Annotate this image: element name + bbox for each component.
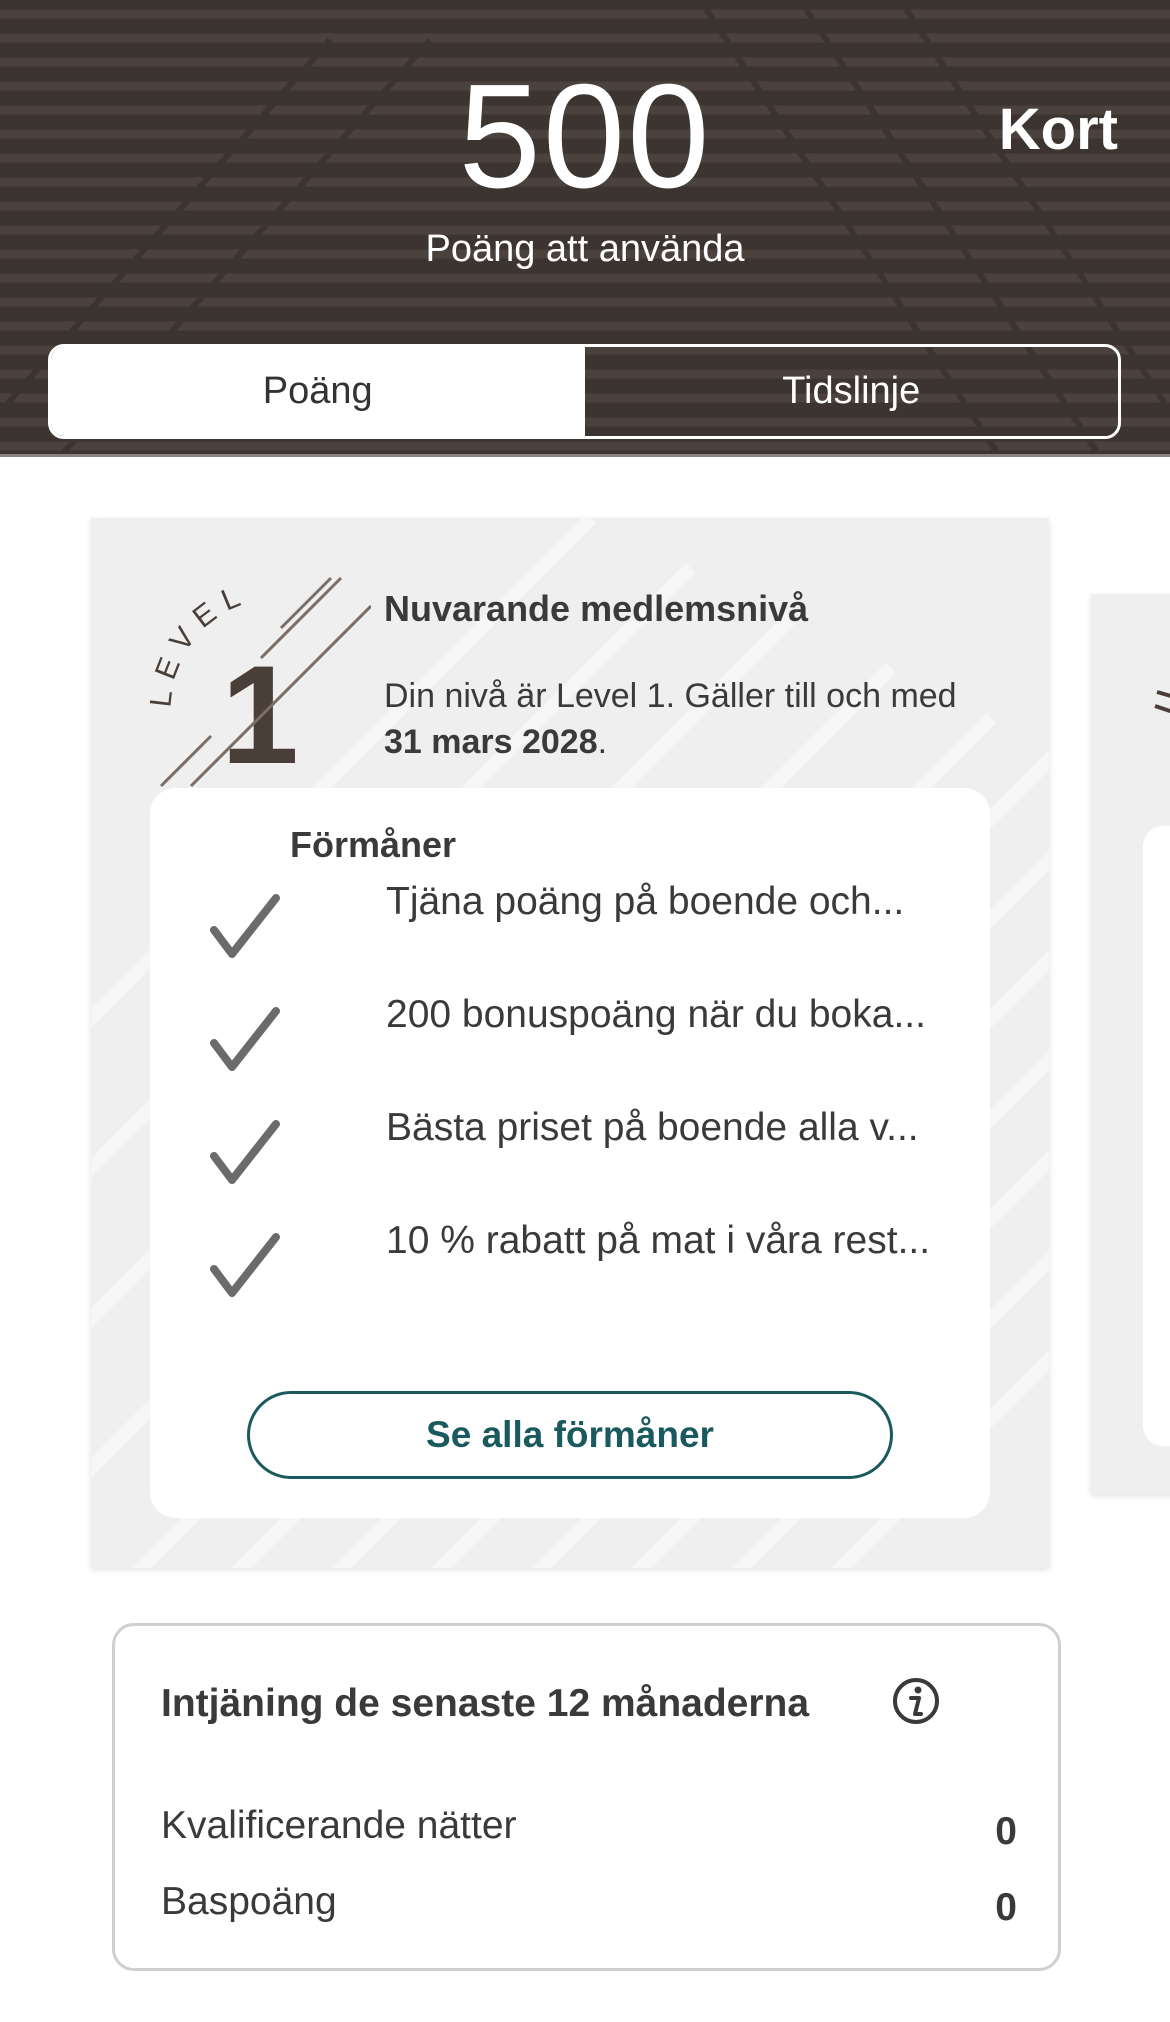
- earnings-box: Intjäning de senaste 12 månaderna Kvalif…: [112, 1623, 1061, 1971]
- valid-until-date: 31 mars 2028: [384, 723, 598, 761]
- level-badge-icon: LEVEL 1: [144, 577, 371, 788]
- benefit-item: Tjäna poäng på boende och...: [210, 880, 970, 970]
- checkmark-icon: [210, 1007, 280, 1071]
- tab-switcher: Poäng Tidslinje: [48, 344, 1121, 439]
- level-badge-number: 1: [221, 636, 299, 788]
- benefit-text: Tjäna poäng på boende och...: [386, 880, 905, 923]
- benefit-text: Bästa priset på boende alla v...: [386, 1106, 919, 1149]
- level-description: Din nivå är Level 1. Gäller till och med…: [384, 677, 957, 761]
- checkmark-icon: [210, 894, 280, 958]
- next-level-card[interactable]: [1091, 594, 1170, 1494]
- benefit-item: Bästa priset på boende alla v...: [210, 1106, 970, 1196]
- earnings-title: Intjäning de senaste 12 månaderna: [161, 1682, 810, 1725]
- level-title: Nuvarande medlemsnivå: [384, 588, 809, 629]
- benefits-box: Förmåner Tjäna poäng på boende och... 20…: [150, 788, 990, 1518]
- earnings-label: Kvalificerande nätter: [161, 1804, 517, 1847]
- earnings-value: 0: [995, 1810, 1017, 1853]
- see-all-benefits-button[interactable]: Se alla förmåner: [247, 1391, 893, 1479]
- next-card-benefits: [1143, 826, 1170, 1446]
- earnings-value: 0: [995, 1886, 1017, 1929]
- header: 500 Poäng att använda Kort Poäng Tidslin…: [0, 0, 1170, 457]
- card-link[interactable]: Kort: [999, 96, 1118, 163]
- benefits-title: Förmåner: [290, 824, 457, 865]
- points-label: Poäng att använda: [425, 228, 745, 270]
- points-value: 500: [458, 54, 712, 219]
- benefit-text: 200 bonuspoäng när du boka...: [386, 993, 926, 1036]
- checkmark-icon: [210, 1120, 280, 1184]
- benefit-item: 200 bonuspoäng när du boka...: [210, 993, 970, 1083]
- earnings-label: Baspoäng: [161, 1880, 337, 1923]
- tab-timeline[interactable]: Tidslinje: [585, 347, 1119, 436]
- level-badge-fragment-icon: [1154, 690, 1170, 714]
- benefit-text: 10 % rabatt på mat i våra rest...: [386, 1219, 931, 1262]
- benefit-item: 10 % rabatt på mat i våra rest...: [210, 1219, 970, 1309]
- checkmark-icon: [210, 1233, 280, 1297]
- info-icon[interactable]: [891, 1676, 941, 1726]
- tab-points[interactable]: Poäng: [51, 347, 585, 436]
- level-card: LEVEL 1 Nuvarande medlemsnivå Din nivå ä…: [91, 518, 1049, 1568]
